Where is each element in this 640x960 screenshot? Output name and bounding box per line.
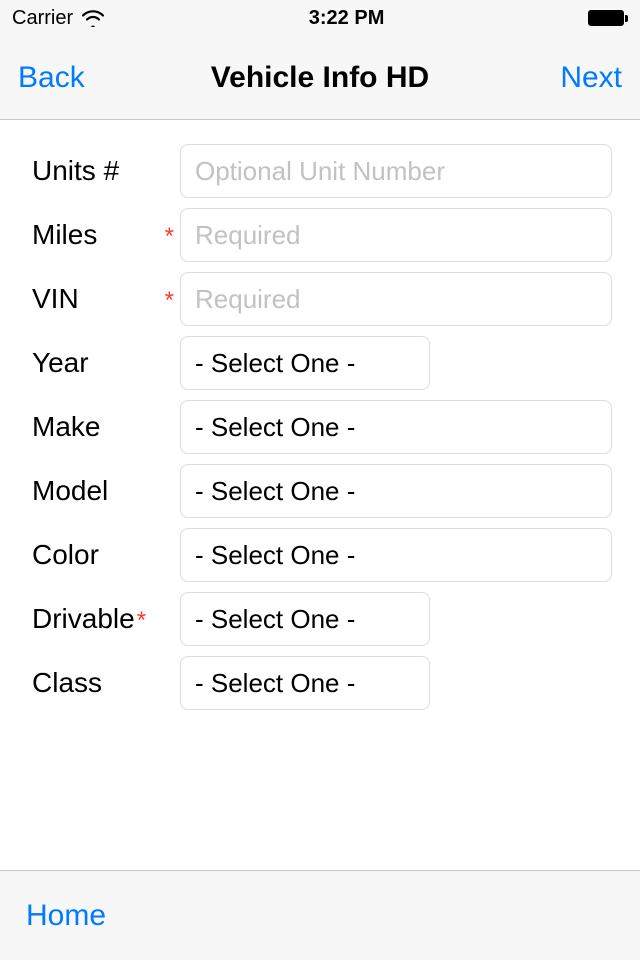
row-drivable: Drivable* - Select One - <box>32 592 612 646</box>
row-color: Color - Select One - <box>32 528 612 582</box>
label-vin: VIN <box>32 283 79 315</box>
label-drivable: Drivable <box>32 603 135 635</box>
row-class: Class - Select One - <box>32 656 612 710</box>
label-cell-make: Make <box>32 411 180 443</box>
label-cell-units: Units # <box>32 155 180 187</box>
label-cell-miles: Miles * <box>32 219 180 251</box>
form-content: Units # Miles * VIN * Year - Select One … <box>0 120 640 870</box>
label-make: Make <box>32 411 100 443</box>
nav-bar: Back Vehicle Info HD Next <box>0 36 640 120</box>
label-miles: Miles <box>32 219 97 251</box>
label-year: Year <box>32 347 89 379</box>
next-button[interactable]: Next <box>560 61 622 95</box>
status-time: 3:22 PM <box>309 7 385 30</box>
battery-icon <box>588 10 628 26</box>
status-right <box>588 10 628 26</box>
label-cell-year: Year <box>32 347 180 379</box>
label-cell-color: Color <box>32 539 180 571</box>
label-cell-vin: VIN * <box>32 283 180 315</box>
label-cell-model: Model <box>32 475 180 507</box>
status-bar: Carrier 3:22 PM <box>0 0 640 36</box>
row-units: Units # <box>32 144 612 198</box>
color-select[interactable]: - Select One - <box>180 528 612 582</box>
status-left: Carrier <box>12 7 105 30</box>
required-marker-drivable: * <box>137 609 146 633</box>
row-miles: Miles * <box>32 208 612 262</box>
row-year: Year - Select One - <box>32 336 612 390</box>
bottom-toolbar: Home <box>0 870 640 960</box>
make-select[interactable]: - Select One - <box>180 400 612 454</box>
label-units: Units # <box>32 155 119 187</box>
back-button[interactable]: Back <box>18 61 85 95</box>
class-select[interactable]: - Select One - <box>180 656 430 710</box>
required-marker-miles: * <box>165 225 174 249</box>
label-cell-drivable: Drivable* <box>32 603 180 635</box>
drivable-select[interactable]: - Select One - <box>180 592 430 646</box>
model-select[interactable]: - Select One - <box>180 464 612 518</box>
units-input[interactable] <box>180 144 612 198</box>
miles-input[interactable] <box>180 208 612 262</box>
carrier-label: Carrier <box>12 7 73 30</box>
row-make: Make - Select One - <box>32 400 612 454</box>
page-title: Vehicle Info HD <box>108 61 532 95</box>
home-button[interactable]: Home <box>26 899 106 933</box>
label-color: Color <box>32 539 99 571</box>
year-select[interactable]: - Select One - <box>180 336 430 390</box>
row-vin: VIN * <box>32 272 612 326</box>
label-cell-class: Class <box>32 667 180 699</box>
vin-input[interactable] <box>180 272 612 326</box>
wifi-icon <box>81 9 105 27</box>
required-marker-vin: * <box>165 289 174 313</box>
row-model: Model - Select One - <box>32 464 612 518</box>
label-model: Model <box>32 475 108 507</box>
label-class: Class <box>32 667 102 699</box>
